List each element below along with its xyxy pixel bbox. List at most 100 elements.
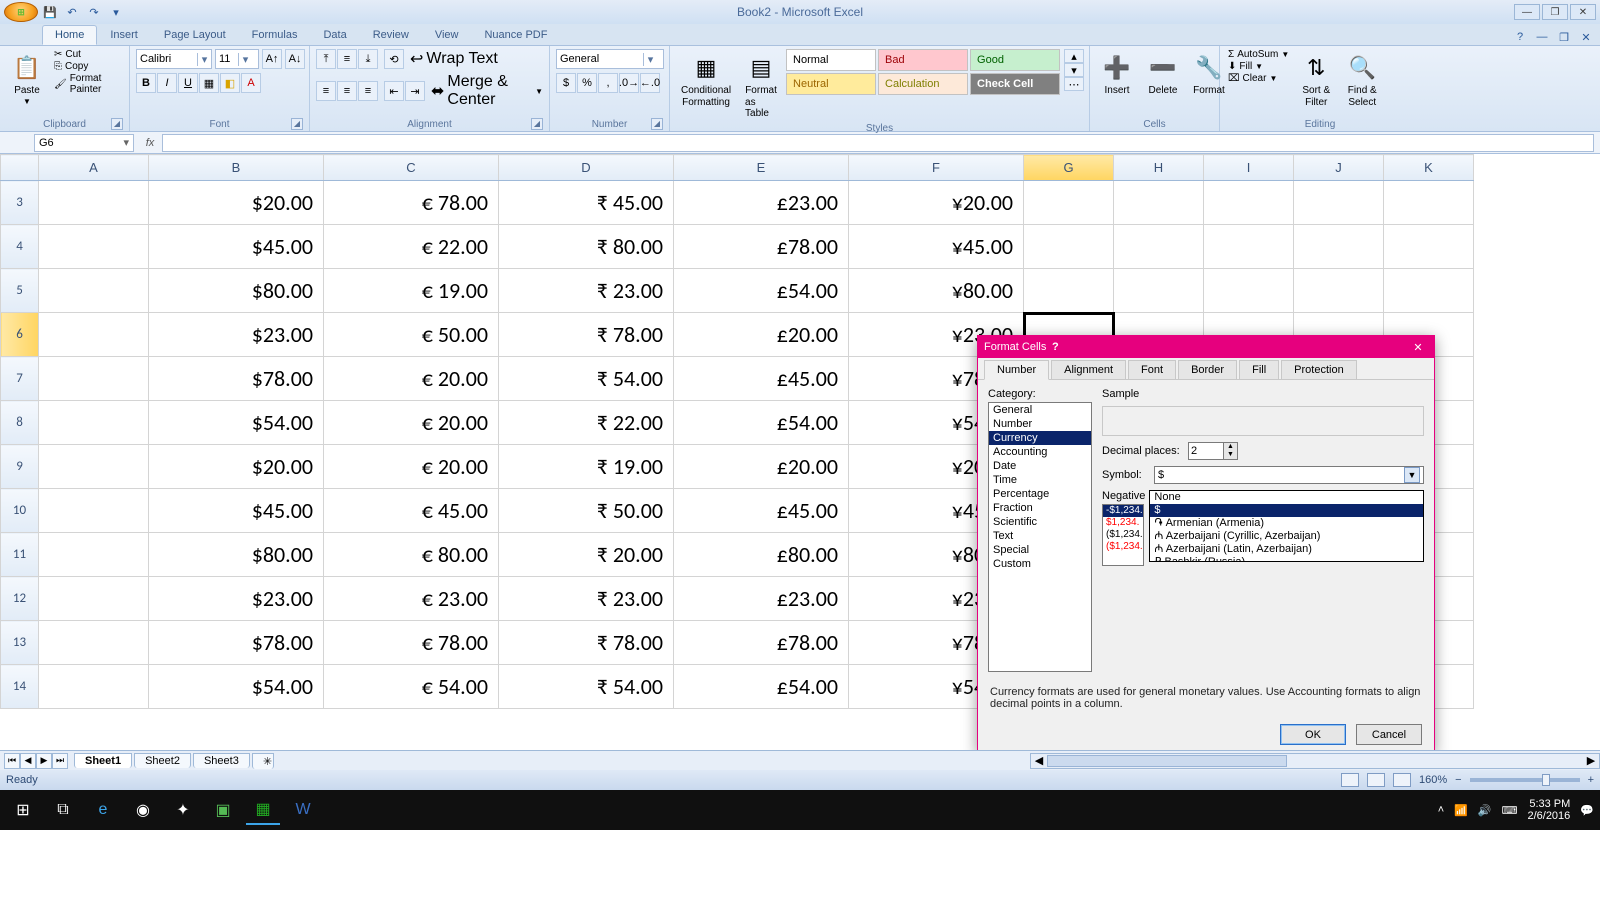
cell-K3[interactable] (1384, 181, 1474, 225)
number-dialog-launcher[interactable]: ◢ (651, 118, 663, 130)
cell-D3[interactable]: ₹ 45.00 (499, 181, 674, 225)
cell-D12[interactable]: ₹ 23.00 (499, 577, 674, 621)
font-name-input[interactable] (137, 53, 197, 65)
cell-A3[interactable] (39, 181, 149, 225)
sheet-nav-first-icon[interactable]: ⏮ (4, 753, 20, 769)
cell-D6[interactable]: ₹ 78.00 (499, 313, 674, 357)
zoom-out-button[interactable]: − (1455, 774, 1461, 786)
column-header-H[interactable]: H (1114, 155, 1204, 181)
align-middle-button[interactable]: ≡ (337, 49, 357, 69)
underline-button[interactable]: U (178, 73, 198, 93)
cell-J4[interactable] (1294, 225, 1384, 269)
symbol-option[interactable]: None (1150, 491, 1423, 504)
maximize-button[interactable]: ❐ (1542, 4, 1568, 20)
normal-view-button[interactable] (1341, 773, 1359, 787)
qat-customize-icon[interactable]: ▾ (106, 3, 126, 21)
cell-C14[interactable]: € 54.00 (324, 665, 499, 709)
dialog-titlebar[interactable]: Format Cells ? ✕ (978, 336, 1434, 358)
column-header-C[interactable]: C (324, 155, 499, 181)
column-header-A[interactable]: A (39, 155, 149, 181)
tab-formulas[interactable]: Formulas (239, 25, 311, 45)
paste-button[interactable]: 📋 Paste ▼ (6, 49, 48, 109)
row-header-11[interactable]: 11 (1, 533, 39, 577)
column-header-B[interactable]: B (149, 155, 324, 181)
find-select-button[interactable]: 🔍Find &Select (1341, 49, 1383, 111)
cell-C3[interactable]: € 78.00 (324, 181, 499, 225)
increase-indent-button[interactable]: ⇥ (405, 81, 425, 101)
minimize-button[interactable]: — (1514, 4, 1540, 20)
cell-A11[interactable] (39, 533, 149, 577)
dialog-tab-alignment[interactable]: Alignment (1051, 360, 1126, 379)
cell-C13[interactable]: € 78.00 (324, 621, 499, 665)
sheet-tab-sheet1[interactable]: Sheet1 (74, 753, 132, 768)
cell-D10[interactable]: ₹ 50.00 (499, 489, 674, 533)
cell-C5[interactable]: € 19.00 (324, 269, 499, 313)
italic-button[interactable]: I (157, 73, 177, 93)
category-percentage[interactable]: Percentage (989, 487, 1091, 501)
sheet-tab-sheet3[interactable]: Sheet3 (193, 753, 250, 768)
cell-G5[interactable] (1024, 269, 1114, 313)
cell-C10[interactable]: € 45.00 (324, 489, 499, 533)
decrease-indent-button[interactable]: ⇤ (384, 81, 404, 101)
cell-B6[interactable]: $23.00 (149, 313, 324, 357)
category-special[interactable]: Special (989, 543, 1091, 557)
cancel-button[interactable]: Cancel (1356, 724, 1422, 745)
excel-taskbar-icon[interactable]: ▦ (246, 795, 280, 825)
close-button[interactable]: ✕ (1570, 4, 1596, 20)
row-header-10[interactable]: 10 (1, 489, 39, 533)
cell-A10[interactable] (39, 489, 149, 533)
tray-volume-icon[interactable]: 🔊 (1478, 804, 1492, 817)
name-box[interactable]: G6▾ (34, 134, 134, 152)
decimal-places-spinner[interactable]: ▲▼ (1188, 442, 1238, 460)
row-header-6[interactable]: 6 (1, 313, 39, 357)
cell-E7[interactable]: £45.00 (674, 357, 849, 401)
cell-B8[interactable]: $54.00 (149, 401, 324, 445)
dialog-close-icon[interactable]: ✕ (1408, 341, 1428, 354)
cell-C7[interactable]: € 20.00 (324, 357, 499, 401)
column-header-J[interactable]: J (1294, 155, 1384, 181)
tab-review[interactable]: Review (360, 25, 422, 45)
align-center-button[interactable]: ≡ (337, 81, 357, 101)
cell-I5[interactable] (1204, 269, 1294, 313)
border-button[interactable]: ▦ (199, 73, 219, 93)
cell-C9[interactable]: € 20.00 (324, 445, 499, 489)
cell-B4[interactable]: $45.00 (149, 225, 324, 269)
cell-D11[interactable]: ₹ 20.00 (499, 533, 674, 577)
cell-A6[interactable] (39, 313, 149, 357)
category-currency[interactable]: Currency (989, 431, 1091, 445)
cell-H4[interactable] (1114, 225, 1204, 269)
bold-button[interactable]: B (136, 73, 156, 93)
column-header-I[interactable]: I (1204, 155, 1294, 181)
office-button[interactable]: ⊞ (4, 2, 38, 22)
cell-style-calculation[interactable]: Calculation (878, 73, 968, 95)
word-taskbar-icon[interactable]: W (286, 795, 320, 825)
symbol-option[interactable]: ₼ Azerbaijani (Cyrillic, Azerbaijan) (1150, 530, 1423, 543)
column-header-K[interactable]: K (1384, 155, 1474, 181)
cell-style-good[interactable]: Good (970, 49, 1060, 71)
tab-page-layout[interactable]: Page Layout (151, 25, 239, 45)
gallery-more-button[interactable]: ⋯ (1064, 77, 1084, 91)
cell-A13[interactable] (39, 621, 149, 665)
cell-B11[interactable]: $80.00 (149, 533, 324, 577)
percent-format-button[interactable]: % (577, 73, 597, 93)
cell-E3[interactable]: £23.00 (674, 181, 849, 225)
symbol-option[interactable]: ₽ Bashkir (Russia) (1150, 556, 1423, 562)
row-header-9[interactable]: 9 (1, 445, 39, 489)
cell-E4[interactable]: £78.00 (674, 225, 849, 269)
cell-D9[interactable]: ₹ 19.00 (499, 445, 674, 489)
symbol-option[interactable]: ₼ Azerbaijani (Latin, Azerbaijan) (1150, 543, 1423, 556)
cell-C11[interactable]: € 80.00 (324, 533, 499, 577)
align-right-button[interactable]: ≡ (358, 81, 378, 101)
row-header-4[interactable]: 4 (1, 225, 39, 269)
cell-H5[interactable] (1114, 269, 1204, 313)
category-custom[interactable]: Custom (989, 557, 1091, 571)
cell-E9[interactable]: £20.00 (674, 445, 849, 489)
category-fraction[interactable]: Fraction (989, 501, 1091, 515)
worksheet-grid[interactable]: ABCDEFGHIJK3$20.00€ 78.00₹ 45.00£23.00¥2… (0, 154, 1600, 750)
action-center-icon[interactable]: 💬 (1580, 804, 1594, 817)
row-header-5[interactable]: 5 (1, 269, 39, 313)
dialog-tab-protection[interactable]: Protection (1281, 360, 1357, 379)
cell-F5[interactable]: ¥80.00 (849, 269, 1024, 313)
cut-button[interactable]: ✂Cut (52, 49, 123, 60)
category-list[interactable]: GeneralNumberCurrencyAccountingDateTimeP… (988, 402, 1092, 672)
